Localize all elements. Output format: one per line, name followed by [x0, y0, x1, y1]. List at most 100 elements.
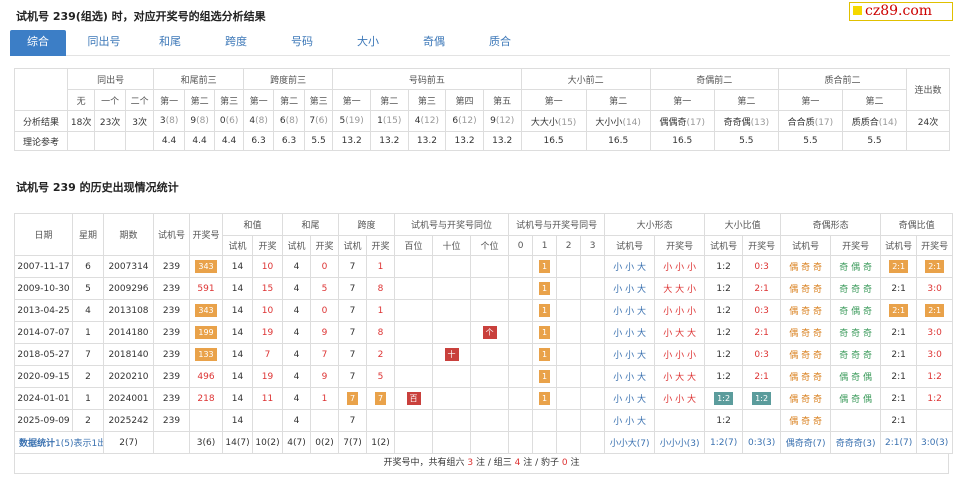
tab-7[interactable]: 质合 — [472, 30, 528, 56]
same-number-cell — [508, 365, 534, 388]
same-number-cell — [556, 321, 582, 344]
result-cell: 3次 — [124, 110, 155, 132]
parity-pattern-draw: 奇 偶 奇 — [830, 255, 882, 278]
result-count: (12) — [458, 116, 477, 126]
week-cell: 6 — [72, 255, 104, 278]
tab-4[interactable]: 号码 — [274, 30, 330, 56]
same-number-cell — [580, 299, 606, 322]
sub-header: 第三 — [214, 89, 244, 111]
tab-3[interactable]: 跨度 — [208, 30, 264, 56]
issue-cell: 2018140 — [103, 343, 154, 366]
same-position-tag: 个 — [482, 326, 497, 339]
same-number-cell: 1 — [532, 255, 558, 278]
stats-cell — [532, 431, 558, 454]
sub-header: 第四 — [445, 89, 484, 111]
sum-test-cell: 14 — [222, 277, 253, 300]
result-count: (8) — [165, 116, 179, 126]
size-ratio-test: 1:2 — [704, 321, 744, 344]
result-count: (17) — [686, 117, 705, 128]
same-position-cell — [432, 255, 472, 278]
tab-6[interactable]: 奇偶 — [406, 30, 462, 56]
stats-cell: 4(7) — [282, 431, 312, 454]
tab-0[interactable]: 综合 — [10, 30, 66, 56]
size-pattern-draw: 小 大 大 — [654, 321, 706, 344]
sub-header: 十位 — [432, 235, 472, 256]
logo-square-icon — [853, 6, 862, 15]
sub-header: 开奖号 — [830, 235, 882, 256]
same-position-cell — [470, 365, 510, 388]
size-pattern-test: 小 小 大 — [604, 409, 656, 432]
stats-cell — [556, 431, 582, 454]
footer-suffix: 注 — [570, 458, 580, 468]
size-pattern-test: 小 小 大 — [604, 365, 656, 388]
sub-header: 第三 — [303, 89, 334, 111]
same-position-cell: 百 — [394, 387, 434, 410]
same-number-cell — [508, 277, 534, 300]
same-number-tag: 1 — [539, 304, 551, 317]
stats-cell — [153, 431, 190, 454]
result-cell: 7(6) — [303, 110, 334, 132]
result-count: (12) — [420, 116, 440, 126]
week-cell: 2 — [72, 409, 104, 432]
column-header: 奇偶形态 — [780, 213, 882, 236]
parity-pattern-test: 偶 奇 奇 — [780, 255, 832, 278]
sub-header: 一个 — [94, 89, 126, 111]
logo-text: cz89.com — [865, 3, 933, 19]
site-logo[interactable]: cz89.com — [849, 2, 953, 21]
same-position-cell — [432, 387, 472, 410]
stats-cell: 2(7) — [103, 431, 154, 454]
result-value: 奇奇偶 — [723, 117, 751, 128]
sub-header: 第一 — [777, 89, 843, 111]
sum-test-cell: 14 — [222, 365, 253, 388]
parity-ratio-draw: 2:1 — [916, 299, 954, 322]
theory-cell: 13.2 — [369, 131, 409, 151]
issue-cell: 2013108 — [103, 299, 154, 322]
sum-draw-cell: 10 — [251, 299, 284, 322]
sum-draw-cell: 19 — [251, 321, 284, 344]
tab-5[interactable]: 大小 — [340, 30, 396, 56]
column-header: 和尾 — [282, 213, 340, 236]
span-draw-cell: 7 — [366, 387, 396, 410]
span-draw-cell: 8 — [366, 321, 396, 344]
span-draw-cell: 1 — [366, 255, 396, 278]
same-number-cell — [556, 299, 582, 322]
tab-2[interactable]: 和尾 — [142, 30, 198, 56]
sub-header: 开奖号 — [916, 235, 954, 256]
size-ratio-draw: 0:3 — [742, 299, 782, 322]
tail-draw-cell: 9 — [310, 321, 340, 344]
result-count: (19) — [345, 116, 364, 126]
stats-cell: 小小小(3) — [654, 431, 706, 454]
sub-header: 个位 — [470, 235, 510, 256]
week-cell: 5 — [72, 277, 104, 300]
parity-ratio-draw: 2:1 — [916, 255, 954, 278]
same-position-cell — [432, 409, 472, 432]
parity-ratio-draw: 3:0 — [916, 321, 954, 344]
result-cell: 0(6) — [214, 110, 244, 132]
span-test-cell: 7 — [338, 387, 368, 410]
same-position-cell — [394, 321, 434, 344]
column-header: 奇偶比值 — [880, 213, 954, 236]
size-ratio-test: 1:2 — [704, 343, 744, 366]
result-cell: 6(12) — [445, 110, 484, 132]
size-pattern-draw: 小 小 小 — [654, 343, 706, 366]
tab-1[interactable]: 同出号 — [76, 30, 132, 56]
table-row: 2018-05-27 7 2018140 239 133 14 7 4 7 7 2 十 1 小 小 大小 … — [14, 343, 954, 366]
theory-cell — [906, 131, 950, 151]
parity-ratio-tag: 2:1 — [925, 304, 945, 317]
same-position-cell — [394, 409, 434, 432]
sum-test-cell: 14 — [222, 321, 253, 344]
sub-header: 试机号 — [880, 235, 918, 256]
theory-cell: 13.2 — [482, 131, 522, 151]
span-test-cell: 7 — [338, 365, 368, 388]
same-number-cell — [556, 387, 582, 410]
sum-draw-cell: 7 — [251, 343, 284, 366]
span-test-cell: 7 — [338, 343, 368, 366]
date-cell: 2025-09-09 — [14, 409, 73, 432]
same-number-cell — [508, 409, 534, 432]
result-cell: 6(8) — [273, 110, 305, 132]
same-number-cell — [508, 255, 534, 278]
sub-header: 第二 — [369, 89, 409, 111]
date-cell: 2020-09-15 — [14, 365, 73, 388]
column-header: 星期 — [72, 213, 104, 256]
draw-number-cell: 133 — [189, 343, 223, 366]
